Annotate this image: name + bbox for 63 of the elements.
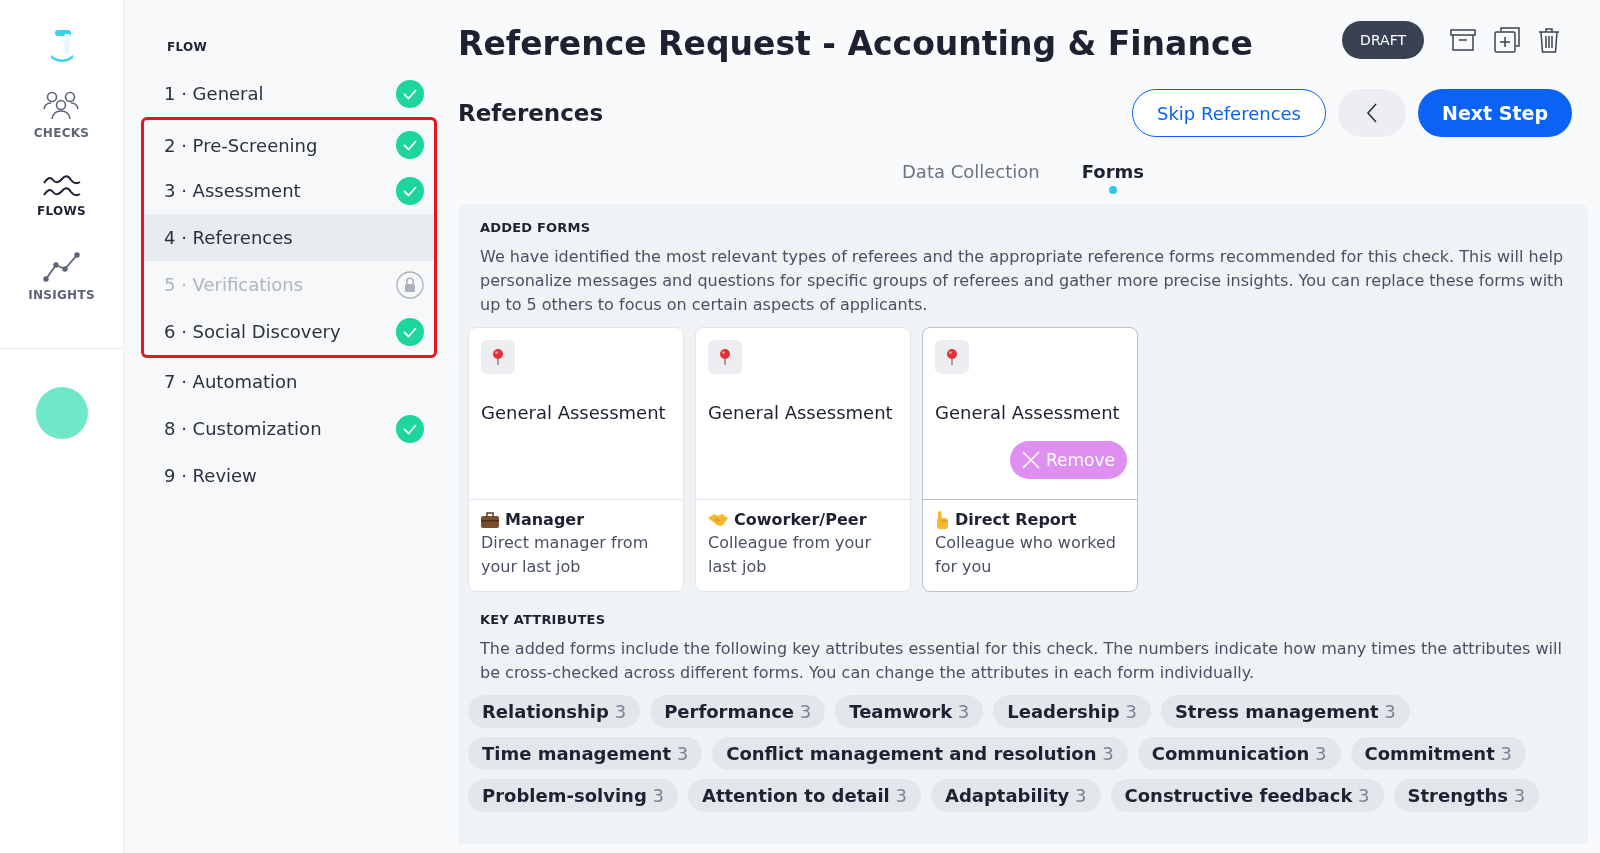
attribute-tag[interactable]: Stress management 3 [1160,695,1410,728]
role-name: Coworker/Peer [734,510,867,529]
attribute-tag[interactable]: Teamwork 3 [835,695,984,728]
description-text: The added forms include the following key attributes essential for this check. The numbers indicate how many times the attributes will be cross-checked across different forms. You can change the attributes in each form individually. [479,638,1563,684]
nav-label[interactable]: FLOWS [37,204,86,218]
pin-icon [935,340,969,374]
section-heading: ADDED FORMS [479,220,592,235]
pointing-hand-icon [935,510,949,529]
page-title: Reference Request - Accounting & Finance [458,24,1253,63]
flow-step[interactable]: 9 · Review [144,452,434,499]
role-name: Direct Report [955,510,1077,529]
role-description: Colleague from your last job [708,532,873,578]
logo-icon [48,30,75,64]
attribute-tag[interactable]: Performance 3 [650,695,826,728]
flow-step[interactable]: 6 · Social Discovery [141,308,437,358]
role-name: Manager [505,510,585,529]
attribute-tag[interactable]: Constructive feedback 3 [1110,779,1384,812]
pin-icon [481,340,515,374]
trash-icon[interactable] [1538,26,1560,53]
tab[interactable]: Data Collection [898,157,1044,196]
skip-button[interactable]: Skip References [1131,89,1326,137]
attribute-tag[interactable]: Leadership 3 [993,695,1151,728]
form-card[interactable]: General Assessment Coworker/Peer Colleague from your last job [695,327,911,592]
chevron-left-icon [1366,103,1378,123]
nav-label[interactable]: INSIGHTS [28,288,95,302]
attribute-tag[interactable]: Adaptability 3 [930,779,1101,812]
form-card[interactable]: General Assessment Manager Direct manager from your last job [468,327,684,592]
role-description: Colleague who worked for you [935,532,1117,578]
section-title: References [458,100,604,126]
close-icon [1022,451,1040,469]
waves-icon[interactable] [42,174,81,198]
tab[interactable]: Forms [1077,157,1148,196]
briefcase-icon [481,511,499,528]
flow-step[interactable]: 7 · Automation [144,358,434,405]
section-heading: KEY ATTRIBUTES [479,612,607,627]
pin-icon [708,340,742,374]
form-name: General Assessment [481,402,667,423]
attribute-tag[interactable]: Attention to detail 3 [687,779,921,812]
handshake-icon [708,512,728,527]
flow-step[interactable]: 4 · References [141,214,437,261]
form-name: General Assessment [935,402,1121,423]
flow-step[interactable]: 1 · General [144,70,434,117]
status-badge: DRAFT [1342,20,1424,59]
role-description: Direct manager from your last job [481,532,650,578]
flow-step[interactable]: 2 · Pre-Screening [141,117,437,167]
flow-step[interactable]: 8 · Customization [144,405,434,452]
next-button[interactable]: Next Step [1418,89,1572,137]
archive-icon[interactable] [1450,27,1476,52]
attribute-tag[interactable]: Relationship 3 [468,695,641,728]
attribute-tag[interactable]: Strengths 3 [1393,779,1540,812]
section-heading: FLOW [166,40,209,54]
attribute-tag[interactable]: Communication 3 [1137,737,1341,770]
people-icon[interactable] [42,90,81,120]
attribute-tag[interactable]: Conflict management and resolution 3 [712,737,1128,770]
form-card[interactable]: General Assessment Remove Direct Report Colleague who worked for you [922,327,1138,592]
form-name: General Assessment [708,402,894,423]
duplicate-icon[interactable] [1494,26,1520,53]
line-chart-icon[interactable] [42,252,81,282]
attribute-tag[interactable]: Time management 3 [468,737,703,770]
attribute-tag[interactable]: Commitment 3 [1350,737,1526,770]
attribute-tag[interactable]: Problem-solving 3 [468,779,678,812]
nav-label[interactable]: CHECKS [33,126,90,140]
description-text: We have identified the most relevant types of referees and the appropriate reference forms recommended for this check. This will help personalize messages and questions for specific groups of referees and gather more precise insights. You can replace these forms with up to 5 others to focus on certain aspects of applicants. [479,246,1565,316]
